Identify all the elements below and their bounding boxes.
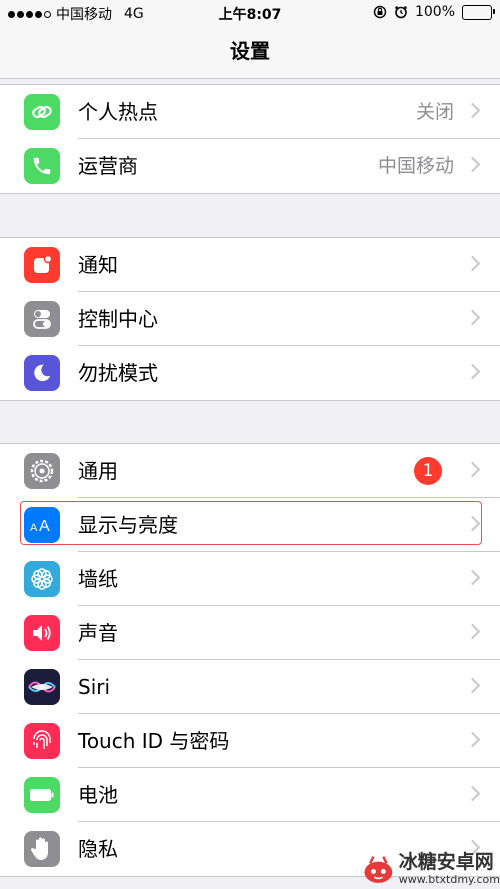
- chevron-right-icon: [464, 677, 481, 694]
- moon-icon: [24, 355, 60, 391]
- notification-badge: 1: [414, 457, 442, 485]
- settings-row-touch-id[interactable]: Touch ID 与密码: [0, 714, 500, 768]
- settings-row-general[interactable]: 通用 1: [0, 444, 500, 498]
- status-bar: 中国移动 4G 上午8:07 100%: [0, 0, 500, 26]
- settings-label: 墙纸: [78, 567, 118, 591]
- alarm-clock-icon: [394, 5, 408, 19]
- watermark-name: 冰糖安卓网: [398, 850, 494, 873]
- settings-row-sounds[interactable]: 声音: [0, 606, 500, 660]
- chevron-right-icon: [464, 102, 481, 119]
- svg-text:A: A: [30, 522, 38, 534]
- battery-status-icon: [462, 4, 495, 20]
- hotspot-icon: [24, 94, 60, 130]
- settings-row-display-brightness[interactable]: A A 显示与亮度: [0, 498, 500, 552]
- chevron-right-icon: [464, 569, 481, 586]
- settings-label: 通用: [78, 459, 118, 483]
- chevron-right-icon: [464, 515, 481, 532]
- settings-row-control-center[interactable]: 控制中心: [0, 292, 500, 346]
- chevron-right-icon: [464, 255, 481, 272]
- control-center-icon: [24, 301, 60, 337]
- chevron-right-icon: [464, 461, 481, 478]
- display-aa-icon: AA: [24, 507, 60, 543]
- gear-icon: [24, 453, 60, 489]
- settings-label: 通知: [78, 253, 118, 277]
- rotation-lock-icon: [373, 5, 387, 19]
- settings-label: 显示与亮度: [78, 513, 178, 537]
- siri-icon: [24, 669, 60, 705]
- chevron-right-icon: [464, 785, 481, 802]
- settings-group: 通知控制中心勿扰模式: [0, 237, 500, 401]
- watermark: 冰糖安卓网 www.btxtdmy.com: [362, 848, 500, 889]
- settings-row-notifications[interactable]: 通知: [0, 238, 500, 292]
- settings-label: 声音: [78, 621, 118, 645]
- settings-label: 隐私: [78, 837, 118, 861]
- chevron-right-icon: [464, 623, 481, 640]
- settings-value: 中国移动: [377, 155, 454, 177]
- settings-label: Touch ID 与密码: [78, 729, 230, 753]
- chevron-right-icon: [464, 156, 481, 173]
- speaker-icon: [24, 615, 60, 651]
- settings-label: 电池: [78, 783, 118, 807]
- settings-label: 个人热点: [78, 100, 158, 124]
- settings-row-battery[interactable]: 电池: [0, 768, 500, 822]
- settings-row-hotspot[interactable]: 个人热点 关闭: [0, 85, 500, 139]
- settings-label: 运营商: [78, 154, 138, 178]
- phone-icon: [24, 148, 60, 184]
- chevron-right-icon: [464, 363, 481, 380]
- fingerprint-icon: [24, 723, 60, 759]
- settings-row-siri[interactable]: Siri: [0, 660, 500, 714]
- page-title: 设置: [0, 26, 500, 79]
- svg-text:A: A: [39, 518, 50, 535]
- battery-icon: [24, 777, 60, 813]
- battery-percentage: 100%: [414, 4, 455, 20]
- settings-label: 勿扰模式: [78, 361, 158, 385]
- watermark-logo-icon: [364, 855, 393, 883]
- settings-row-do-not-disturb[interactable]: 勿扰模式: [0, 346, 500, 400]
- settings-value: 关闭: [415, 101, 454, 123]
- notifications-icon: [24, 247, 60, 283]
- chevron-right-icon: [464, 731, 481, 748]
- wallpaper-flower-icon: [24, 561, 60, 597]
- settings-group: 通用 1 A A 显示与亮度墙纸声音 Siri Touch ID 与密码 电池隐私: [0, 443, 500, 877]
- settings-label: 控制中心: [78, 307, 158, 331]
- settings-row-carrier[interactable]: 运营商 中国移动: [0, 139, 500, 193]
- chevron-right-icon: [464, 309, 481, 326]
- watermark-url: www.btxtdmy.com: [398, 872, 500, 886]
- hand-icon: [24, 831, 60, 867]
- settings-row-wallpaper[interactable]: 墙纸: [0, 552, 500, 606]
- settings-label: Siri: [78, 675, 111, 699]
- settings-group: 个人热点 关闭运营商 中国移动: [0, 84, 500, 194]
